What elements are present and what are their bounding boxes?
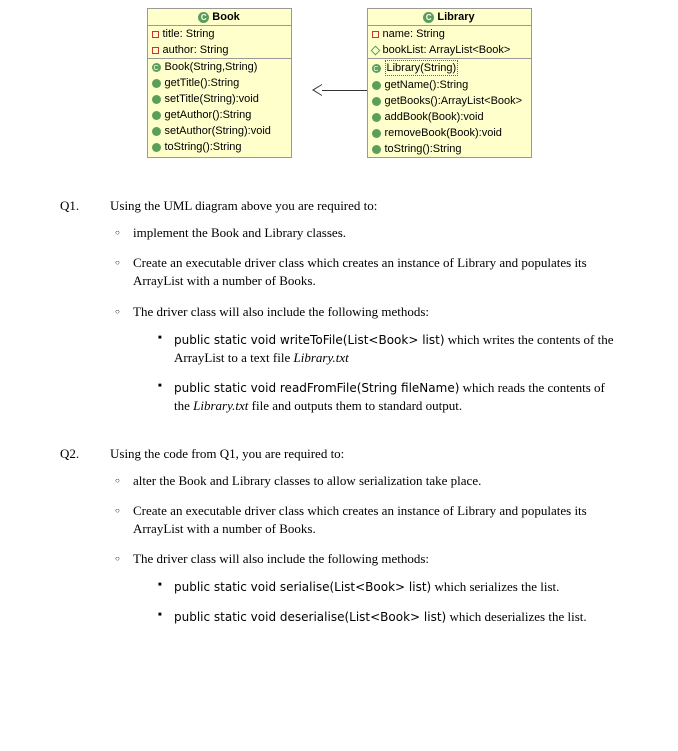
- class-header: C Book: [148, 9, 291, 26]
- code-text: public static void readFromFile(String f…: [174, 381, 459, 395]
- uml-row: getName():String: [368, 77, 531, 93]
- q1-sublist: public static void writeToFile(List<Book…: [133, 331, 618, 416]
- uml-row: title: String: [148, 26, 291, 42]
- q1-label: Q1.: [60, 198, 90, 214]
- uml-row: Book(String,String): [148, 59, 291, 75]
- code-text: public static void serialise(List<Book> …: [174, 580, 431, 594]
- uml-row: removeBook(Book):void: [368, 125, 531, 141]
- uml-member-text: title: String: [163, 27, 215, 41]
- document-body: Q1. Using the UML diagram above you are …: [0, 178, 678, 677]
- list-item: The driver class will also include the f…: [115, 550, 618, 627]
- uml-row: getTitle():String: [148, 75, 291, 91]
- attributes-section: title: String author: String: [148, 26, 291, 59]
- code-text: public static void deserialise(List<Book…: [174, 610, 446, 624]
- uml-row: toString():String: [368, 141, 531, 157]
- filename: Library.txt: [294, 350, 349, 365]
- list-item: Create an executable driver class which …: [115, 502, 618, 538]
- uml-member-text: getBooks():ArrayList<Book>: [385, 94, 523, 108]
- uml-row: setAuthor(String):void: [148, 123, 291, 139]
- uml-member-text: toString():String: [165, 140, 242, 154]
- q1-lead: Using the UML diagram above you are requ…: [110, 198, 377, 214]
- method-icon: [372, 145, 381, 154]
- list-item: alter the Book and Library classes to al…: [115, 472, 618, 490]
- question-1: Q1. Using the UML diagram above you are …: [60, 198, 618, 416]
- uml-member-text: setAuthor(String):void: [165, 124, 271, 138]
- uml-member-text: getTitle():String: [165, 76, 240, 90]
- uml-member-text: Book(String,String): [165, 60, 258, 74]
- private-attr-icon: [152, 31, 159, 38]
- uml-row: getAuthor():String: [148, 107, 291, 123]
- constructor-icon: [152, 63, 161, 72]
- method-icon: [152, 143, 161, 152]
- list-item: public static void deserialise(List<Book…: [158, 608, 618, 626]
- method-icon: [372, 81, 381, 90]
- method-icon: [372, 129, 381, 138]
- method-icon: [372, 97, 381, 106]
- uml-row: addBook(Book):void: [368, 109, 531, 125]
- uml-row: name: String: [368, 26, 531, 42]
- uml-row: bookList: ArrayList<Book>: [368, 42, 531, 58]
- uml-class-library: C Library name: String bookList: ArrayLis…: [367, 8, 532, 158]
- uml-class-book: C Book title: String author: String Book(…: [147, 8, 292, 158]
- list-item: implement the Book and Library classes.: [115, 224, 618, 242]
- uml-member-text: bookList: ArrayList<Book>: [383, 43, 511, 57]
- methods-section: Book(String,String) getTitle():String setT…: [148, 59, 291, 155]
- package-attr-icon: [370, 45, 380, 55]
- list-item: Create an executable driver class which …: [115, 254, 618, 290]
- q1-list: implement the Book and Library classes. …: [60, 224, 618, 416]
- constructor-icon: [372, 64, 381, 73]
- list-item: public static void writeToFile(List<Book…: [158, 331, 618, 367]
- uml-row: toString():String: [148, 139, 291, 155]
- private-attr-icon: [372, 31, 379, 38]
- uml-member-text: setTitle(String):void: [165, 92, 259, 106]
- uml-row: getBooks():ArrayList<Book>: [368, 93, 531, 109]
- class-title: Library: [437, 11, 474, 23]
- q2-label: Q2.: [60, 446, 90, 462]
- uml-member-text: author: String: [163, 43, 229, 57]
- uml-member-text: getAuthor():String: [165, 108, 252, 122]
- list-item: public static void serialise(List<Book> …: [158, 578, 618, 596]
- method-icon: [152, 111, 161, 120]
- filename: Library.txt: [193, 398, 248, 413]
- uml-row: Library(String): [368, 59, 531, 77]
- uml-member-text: removeBook(Book):void: [385, 126, 502, 140]
- code-text: public static void writeToFile(List<Book…: [174, 333, 445, 347]
- method-icon: [152, 127, 161, 136]
- attributes-section: name: String bookList: ArrayList<Book>: [368, 26, 531, 59]
- list-item: The driver class will also include the f…: [115, 303, 618, 416]
- class-header: C Library: [368, 9, 531, 26]
- uml-row: setTitle(String):void: [148, 91, 291, 107]
- q2-list: alter the Book and Library classes to al…: [60, 472, 618, 627]
- uml-member-text: addBook(Book):void: [385, 110, 484, 124]
- uml-diagram: C Book title: String author: String Book(…: [0, 0, 678, 178]
- class-icon: C: [423, 12, 434, 23]
- association-arrow: [312, 84, 322, 96]
- uml-member-text: Library(String): [385, 60, 459, 76]
- uml-member-text: toString():String: [385, 142, 462, 156]
- uml-member-text: getName():String: [385, 78, 469, 92]
- uml-member-text: name: String: [383, 27, 445, 41]
- methods-section: Library(String) getName():String getBooks(…: [368, 59, 531, 157]
- question-2: Q2. Using the code from Q1, you are requ…: [60, 446, 618, 627]
- class-icon: C: [198, 12, 209, 23]
- method-icon: [372, 113, 381, 122]
- class-title: Book: [212, 11, 240, 23]
- q2-sublist: public static void serialise(List<Book> …: [133, 578, 618, 626]
- q2-lead: Using the code from Q1, you are required…: [110, 446, 344, 462]
- private-attr-icon: [152, 47, 159, 54]
- method-icon: [152, 95, 161, 104]
- list-item: public static void readFromFile(String f…: [158, 379, 618, 415]
- uml-row: author: String: [148, 42, 291, 58]
- method-icon: [152, 79, 161, 88]
